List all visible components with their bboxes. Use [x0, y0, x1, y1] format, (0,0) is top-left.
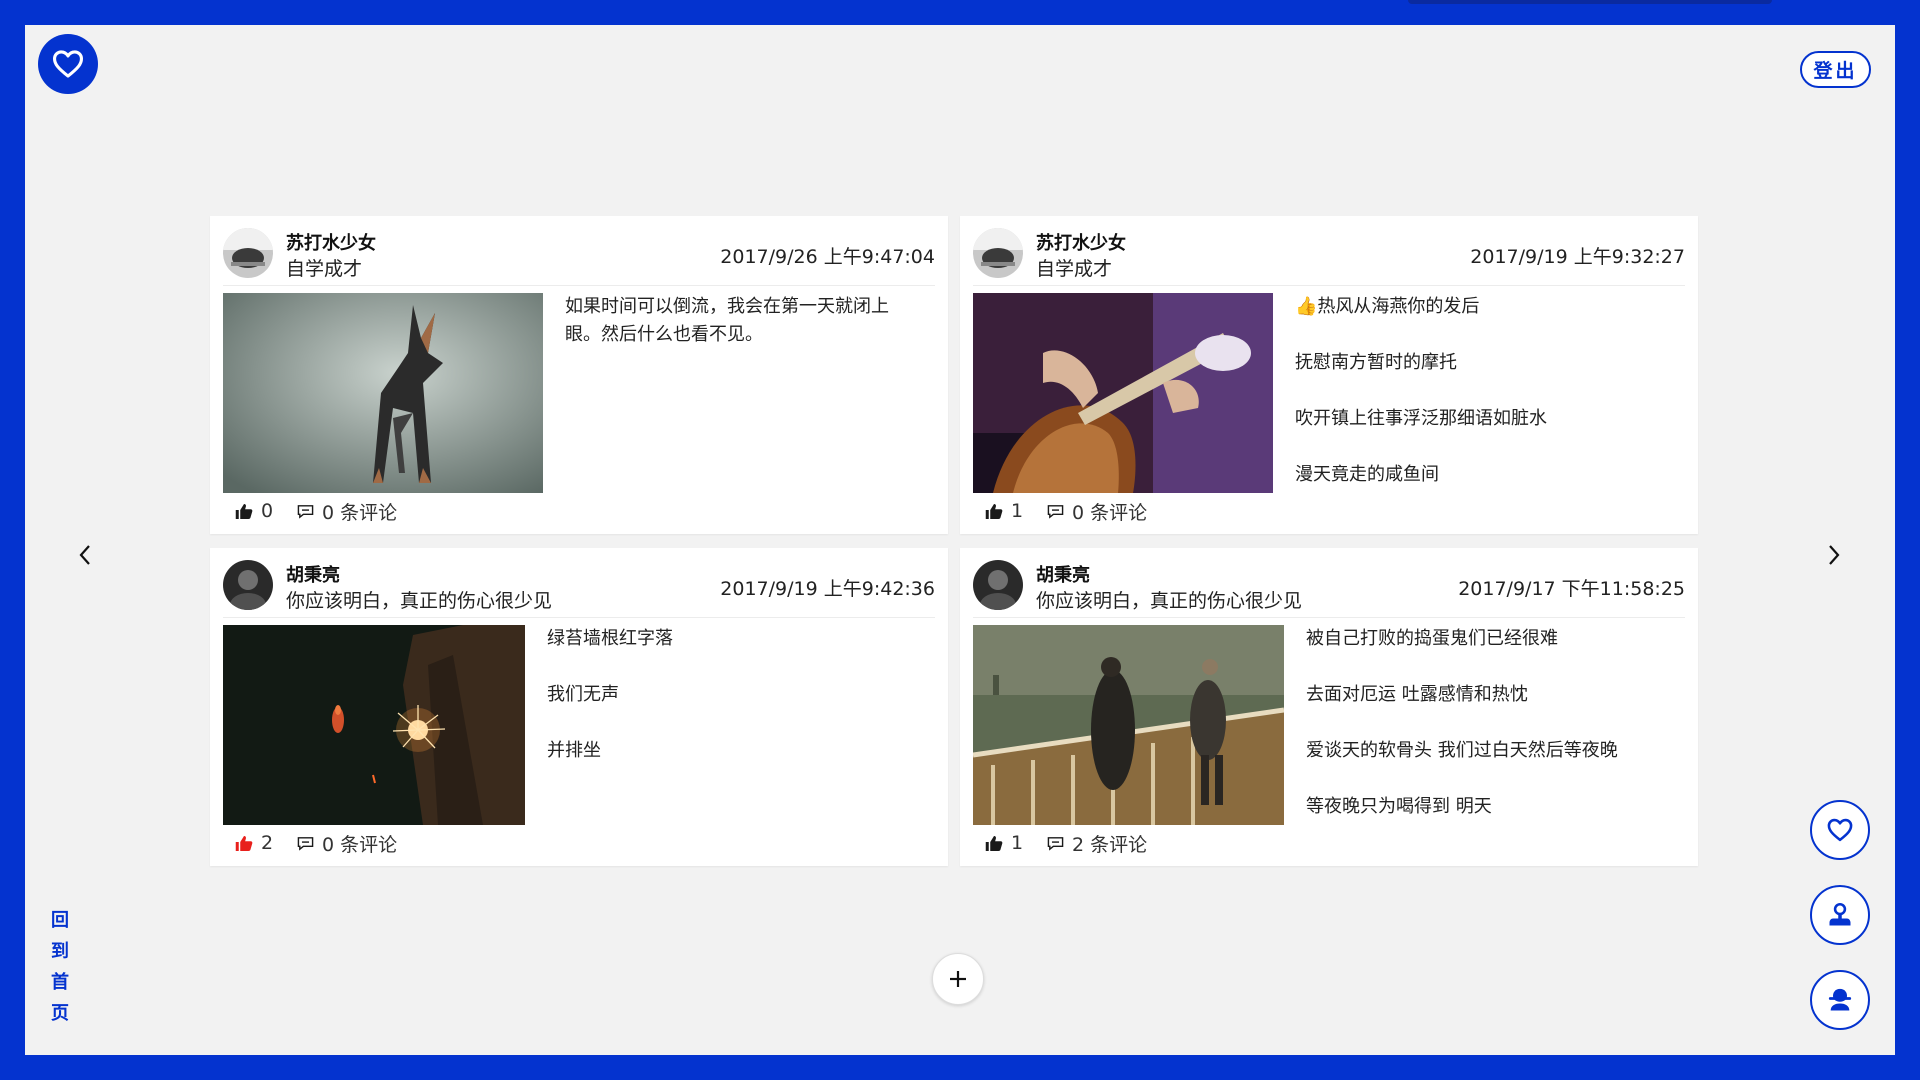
comment-icon [297, 836, 314, 851]
post-paragraph: 如果时间可以倒流，我会在第一天就闭上眼。然后什么也看不见。 [565, 296, 889, 345]
like-button[interactable]: 1 [985, 832, 1047, 854]
post-header: 胡秉亮 你应该明白，真正的伤心很少见 2017/9/19 上午9:42:36 [223, 558, 935, 618]
post-header: 苏打水少女 自学成才 2017/9/26 上午9:47:04 [223, 226, 935, 286]
avatar[interactable] [223, 228, 273, 278]
post-footer: 1 0 条评论 [985, 498, 1147, 524]
post-paragraph: 抚慰南方暂时的摩托 [1295, 352, 1457, 373]
comment-count: 2 条评论 [1072, 833, 1148, 856]
account-button[interactable] [1810, 970, 1870, 1030]
post-timestamp: 2017/9/26 上午9:47:04 [720, 246, 935, 268]
post-text: 如果时间可以倒流，我会在第一天就闭上眼。然后什么也看不见。 [565, 293, 915, 377]
like-count: 1 [1011, 832, 1024, 854]
post-footer: 2 0 条评论 [235, 830, 397, 856]
add-post-button[interactable] [932, 953, 984, 1005]
user-icon [1829, 902, 1851, 926]
avatar[interactable] [973, 560, 1023, 610]
username[interactable]: 苏打水少女 [286, 229, 376, 255]
post-card[interactable]: 胡秉亮 你应该明白，真正的伤心很少见 2017/9/17 下午11:58:25 [960, 548, 1698, 866]
top-tab [1408, 0, 1772, 4]
comment-count: 0 条评论 [322, 833, 398, 856]
post-text: 绿苔墙根红字落 我们无声 并排坐 [547, 625, 917, 793]
post-paragraph: 我们无声 [547, 684, 619, 705]
post-header: 胡秉亮 你应该明白，真正的伤心很少见 2017/9/17 下午11:58:25 [973, 558, 1685, 618]
sparkler-photo[interactable] [223, 625, 525, 825]
user-subtitle: 你应该明白，真正的伤心很少见 [286, 590, 553, 612]
back-home-link[interactable]: 回到首页 [49, 905, 71, 1029]
post-paragraph: 漫天竟走的咸鱼间 [1295, 464, 1439, 485]
comment-button[interactable]: 0 条评论 [297, 830, 397, 857]
username[interactable]: 胡秉亮 [286, 561, 340, 587]
heart-icon [1827, 818, 1853, 842]
post-paragraph: 被自己打败的捣蛋鬼们已经很难 [1306, 628, 1558, 649]
logo[interactable] [38, 34, 98, 94]
plus-icon [950, 971, 966, 987]
thumbs-up-liked-icon [235, 835, 253, 851]
like-count: 0 [261, 500, 274, 522]
like-button[interactable]: 0 [235, 500, 297, 522]
post-footer: 0 0 条评论 [235, 498, 397, 524]
heart-icon [52, 50, 84, 78]
post-header: 苏打水少女 自学成才 2017/9/19 上午9:32:27 [973, 226, 1685, 286]
guitar-photo[interactable] [973, 293, 1273, 493]
profile-button[interactable] [1810, 885, 1870, 945]
post-text: 被自己打败的捣蛋鬼们已经很难 去面对厄运 吐露感情和热忱 爱谈天的软骨头 我们过… [1306, 625, 1676, 849]
origami-dog-photo[interactable] [223, 293, 543, 493]
prev-page-button[interactable] [70, 535, 100, 575]
avatar[interactable] [223, 560, 273, 610]
comment-icon [1047, 836, 1064, 851]
post-paragraph: 绿苔墙根红字落 [547, 628, 673, 649]
chevron-right-icon [1829, 545, 1840, 565]
comment-button[interactable]: 0 条评论 [297, 498, 397, 525]
comment-count: 0 条评论 [322, 501, 398, 524]
comment-icon [297, 504, 314, 519]
favorites-button[interactable] [1810, 800, 1870, 860]
user-subtitle: 你应该明白，真正的伤心很少见 [1036, 590, 1303, 612]
logout-button[interactable]: 登出 [1800, 51, 1871, 88]
post-paragraph: 吹开镇上往事浮泛那细语如脏水 [1295, 408, 1547, 429]
ship-deck-photo[interactable] [973, 625, 1284, 825]
post-paragraph: 并排坐 [547, 740, 601, 761]
next-page-button[interactable] [1819, 535, 1849, 575]
thumbs-up-icon [235, 503, 253, 519]
post-footer: 1 2 条评论 [985, 830, 1147, 856]
user-subtitle: 自学成才 [1036, 258, 1113, 280]
like-button[interactable]: 1 [985, 500, 1047, 522]
user-subtitle: 自学成才 [286, 258, 363, 280]
like-count: 1 [1011, 500, 1024, 522]
chevron-left-icon [79, 545, 90, 565]
user-filled-icon [1828, 988, 1852, 1011]
post-paragraph: 爱谈天的软骨头 我们过白天然后等夜晚 [1306, 740, 1618, 761]
comment-button[interactable]: 0 条评论 [1047, 498, 1147, 525]
comment-icon [1047, 504, 1064, 519]
post-text: 👍热风从海燕你的发后 抚慰南方暂时的摩托 吹开镇上往事浮泛那细语如脏水 漫天竟走… [1295, 293, 1675, 517]
post-card[interactable]: 胡秉亮 你应该明白，真正的伤心很少见 2017/9/19 上午9:42:36 绿… [210, 548, 948, 866]
username[interactable]: 胡秉亮 [1036, 561, 1090, 587]
like-count: 2 [261, 832, 274, 854]
thumbs-up-icon [985, 835, 1003, 851]
post-paragraph: 去面对厄运 吐露感情和热忱 [1306, 684, 1528, 705]
post-timestamp: 2017/9/19 上午9:42:36 [720, 578, 935, 600]
app-frame: 登出 回到首页 苏打水少女 自学成才 2017/9/26 上午9:47:04 如… [25, 25, 1895, 1055]
username[interactable]: 苏打水少女 [1036, 229, 1126, 255]
comment-count: 0 条评论 [1072, 501, 1148, 524]
post-card[interactable]: 苏打水少女 自学成才 2017/9/26 上午9:47:04 如果时间可以倒流，… [210, 216, 948, 534]
post-paragraph: 👍热风从海燕你的发后 [1295, 296, 1480, 317]
avatar[interactable] [973, 228, 1023, 278]
post-paragraph: 等夜晚只为喝得到 明天 [1306, 796, 1492, 817]
comment-button[interactable]: 2 条评论 [1047, 830, 1147, 857]
post-timestamp: 2017/9/17 下午11:58:25 [1458, 578, 1685, 600]
like-button[interactable]: 2 [235, 832, 297, 854]
post-timestamp: 2017/9/19 上午9:32:27 [1470, 246, 1685, 268]
post-card[interactable]: 苏打水少女 自学成才 2017/9/19 上午9:32:27 👍热风从海燕你的发… [960, 216, 1698, 534]
thumbs-up-icon [985, 503, 1003, 519]
